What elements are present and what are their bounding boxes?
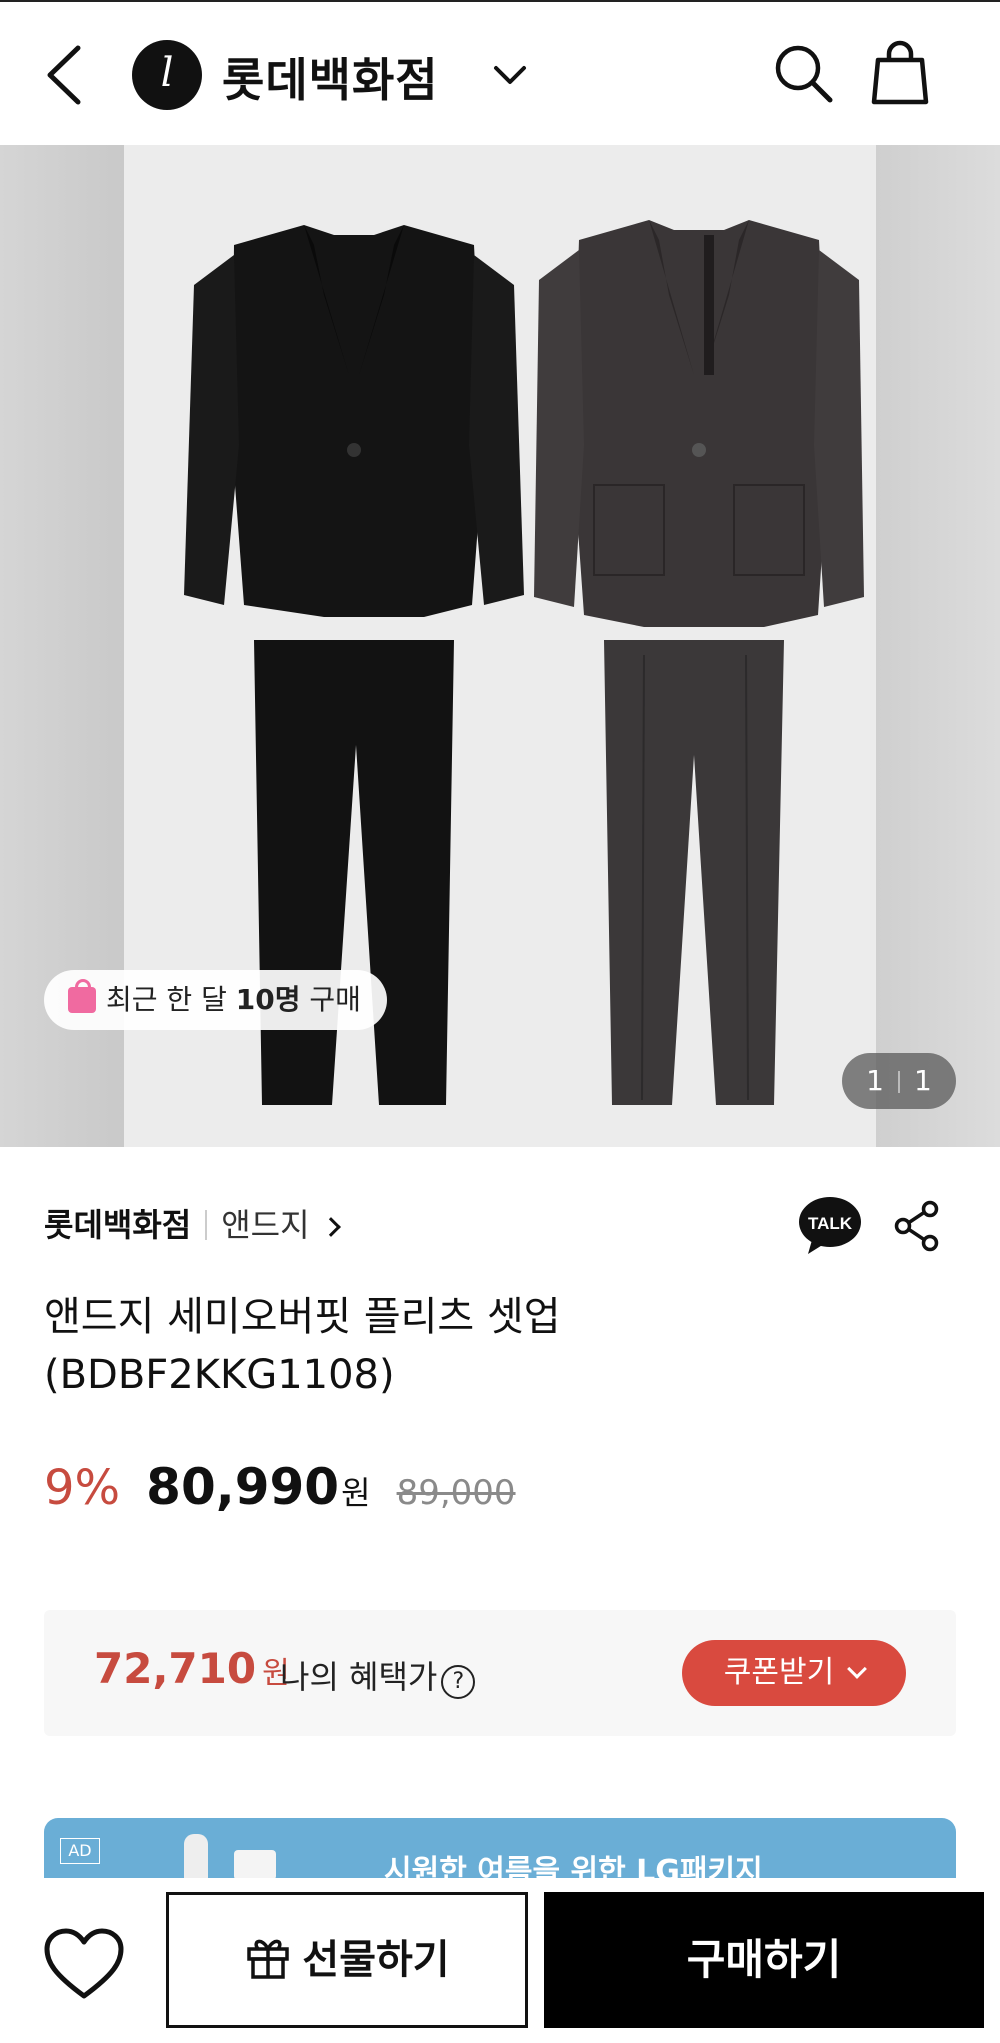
top-app-bar: l 롯데백화점 — [0, 0, 1000, 145]
product-image-gallery[interactable]: 최근 한 달 10명 구매 11 — [0, 145, 1000, 1147]
original-price: 89,000 — [396, 1473, 516, 1513]
discount-rate: 9% — [44, 1460, 121, 1516]
chevron-right-icon[interactable] — [320, 1217, 341, 1237]
gift-button[interactable]: 선물하기 — [166, 1892, 528, 2028]
lotte-logo-icon[interactable]: l — [132, 40, 202, 110]
ad-tag: AD — [60, 1838, 100, 1864]
bottom-action-bar: 선물하기 구매하기 — [0, 1878, 1000, 2043]
benefit-price-box: 72,710 원 나의 혜택가? 쿠폰받기 — [44, 1610, 956, 1736]
ad-banner[interactable]: AD 시원한 여름을 위한 LG패키지 — [44, 1818, 956, 1878]
product-title-line2: (BDBF2KKG1108) — [44, 1352, 395, 1398]
get-coupon-button[interactable]: 쿠폰받기 — [682, 1640, 906, 1706]
store-name[interactable]: 롯데백화점 — [44, 1206, 191, 1244]
price-row: 9% 80,990원 89,000 — [44, 1458, 516, 1528]
shopping-bag-emoji-icon — [68, 979, 96, 1013]
brand-link[interactable]: 앤드지 — [221, 1206, 309, 1244]
coupon-label: 쿠폰받기 — [723, 1655, 835, 1690]
shopping-bag-icon[interactable] — [870, 38, 930, 108]
buyers-prefix: 최근 한 달 — [106, 983, 236, 1016]
buy-button[interactable]: 구매하기 — [544, 1892, 984, 2028]
benefit-label: 나의 혜택가? — [280, 1652, 476, 1699]
ad-text: 시원한 여름을 위한 LG패키지 — [384, 1854, 763, 1878]
ad-product-image — [234, 1850, 276, 1878]
product-title: 앤드지 세미오버핏 플리츠 셋업 (BDBF2KKG1108) — [44, 1288, 944, 1404]
heart-icon[interactable] — [44, 1928, 124, 2002]
buyers-suffix: 구매 — [300, 983, 361, 1016]
benefit-price: 72,710 원 — [94, 1644, 290, 1693]
search-icon[interactable] — [770, 40, 836, 106]
talk-chat-icon[interactable]: TALK — [798, 1196, 862, 1256]
back-arrow-icon[interactable] — [40, 40, 90, 110]
share-icon[interactable] — [894, 1200, 940, 1252]
page-separator — [898, 1071, 900, 1093]
talk-label: TALK — [808, 1214, 853, 1233]
buyers-count: 10명 — [235, 983, 301, 1016]
chevron-down-icon — [847, 1659, 868, 1679]
recent-buyers-badge: 최근 한 달 10명 구매 — [44, 970, 387, 1030]
page-current: 1 — [866, 1064, 884, 1097]
chevron-down-icon[interactable] — [490, 56, 530, 96]
divider — [205, 1210, 208, 1240]
store-brand-row: 롯데백화점 앤드지 — [44, 1203, 341, 1247]
page-total: 1 — [914, 1064, 932, 1097]
product-title-line1: 앤드지 세미오버핏 플리츠 셋업 — [44, 1294, 561, 1340]
benefit-price-value: 72,710 — [94, 1644, 257, 1693]
help-icon[interactable]: ? — [441, 1665, 476, 1699]
sale-price: 80,990 — [146, 1458, 340, 1516]
gift-icon — [247, 1939, 290, 1979]
price-currency: 원 — [341, 1474, 371, 1512]
gift-label: 선물하기 — [302, 1937, 450, 1983]
image-page-indicator: 11 — [842, 1053, 956, 1109]
brand-title[interactable]: 롯데백화점 — [222, 44, 439, 110]
next-image-peek[interactable] — [876, 145, 1000, 1147]
benefit-label-text: 나의 혜택가 — [280, 1658, 438, 1696]
ad-product-image — [184, 1834, 208, 1878]
